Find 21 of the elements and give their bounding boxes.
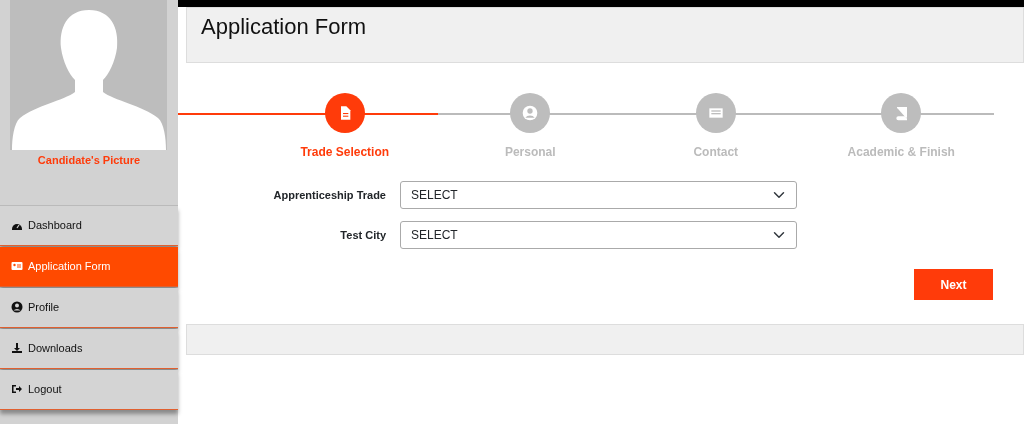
next-button[interactable]: Next <box>914 269 993 300</box>
step-label: Personal <box>504 144 556 161</box>
user-icon <box>11 301 23 313</box>
sidebar-item[interactable]: Logout <box>0 369 178 410</box>
field-label: Test City <box>339 227 387 243</box>
card-icon <box>707 105 724 121</box>
sidebar-item[interactable]: Profile <box>0 287 178 328</box>
select-field[interactable]: SELECT <box>400 181 797 209</box>
step-label: Contact <box>693 144 739 161</box>
logout-icon <box>11 383 23 395</box>
select-field[interactable]: SELECT <box>400 221 797 249</box>
sidebar-item[interactable]: Dashboard <box>0 205 178 246</box>
picture-caption: Candidate's Picture <box>36 153 142 168</box>
sidebar-item[interactable]: Downloads <box>0 328 178 369</box>
id-card-icon <box>11 260 23 272</box>
page-title: Application Form <box>201 14 368 41</box>
step-label: Trade Selection <box>300 144 390 161</box>
step-label: Academic & Finish <box>847 144 955 161</box>
download-icon <box>11 342 23 354</box>
field-label: Apprenticeship Trade <box>272 187 387 203</box>
user-icon <box>522 105 539 121</box>
